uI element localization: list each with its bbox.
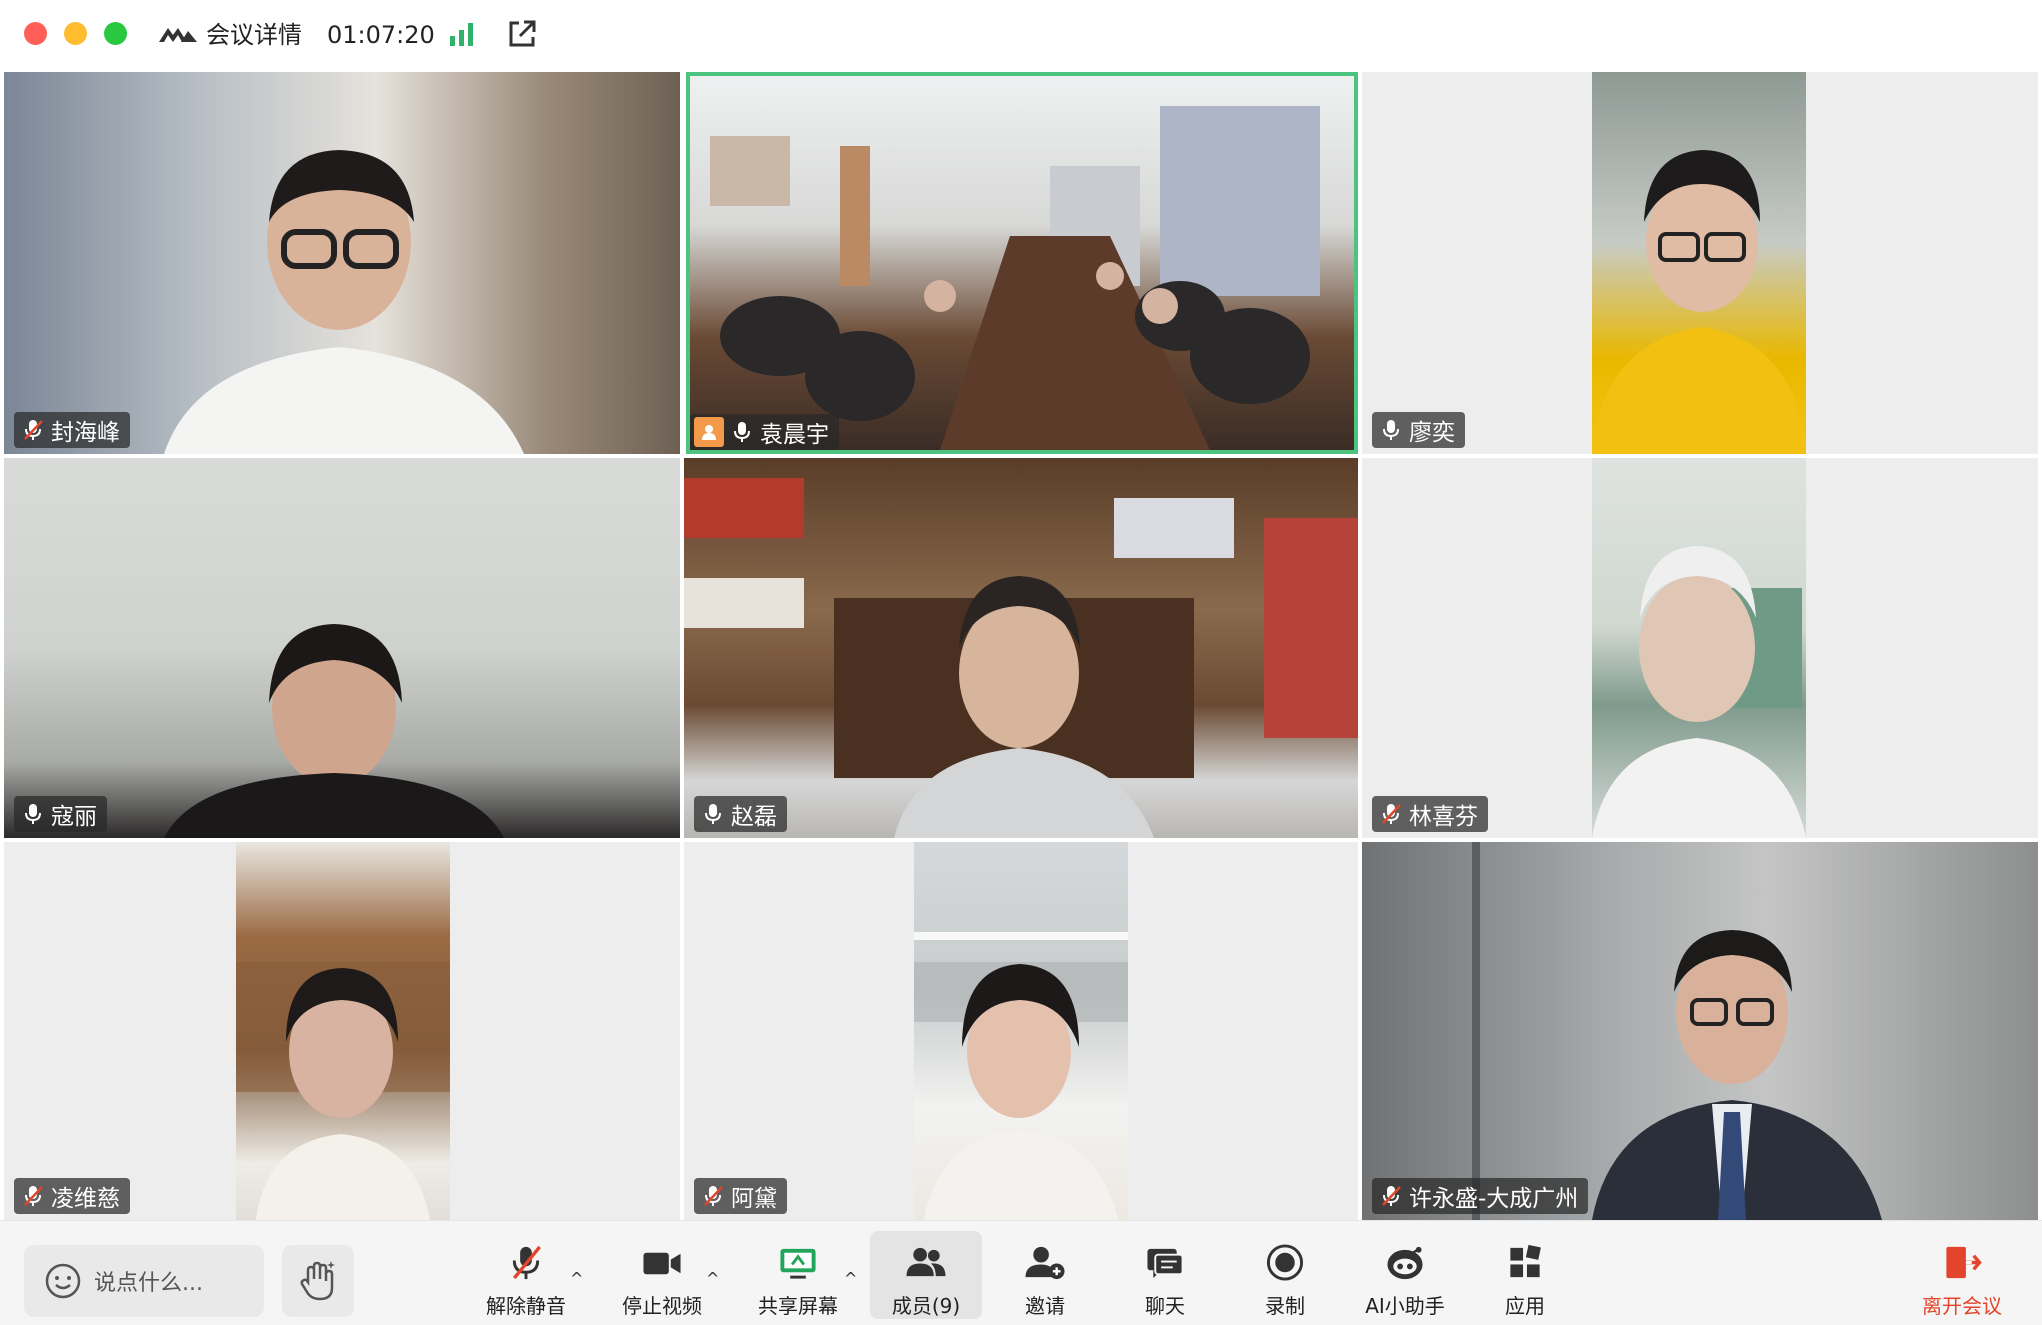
chat-placeholder: 说点什么... (94, 1271, 203, 1296)
minimize-window-button[interactable] (64, 22, 87, 45)
record-icon (1266, 1244, 1304, 1281)
mic-muted-icon (512, 1245, 541, 1280)
video-tile[interactable]: 林喜芬 (1362, 458, 2038, 838)
participant-name: 许永盛-大成广州 (1409, 1186, 1579, 1212)
participant-video (684, 478, 1358, 838)
participant-name-tag: 凌维慈 (14, 1178, 130, 1214)
ai-robot-icon (1387, 1246, 1423, 1280)
participant-video (914, 932, 1128, 1220)
members-button[interactable]: 成员(9) (870, 1231, 982, 1319)
popout-icon[interactable] (505, 17, 539, 51)
leave-meeting-label: 离开会议 (1922, 1294, 2002, 1318)
apps-button[interactable]: 应用 (1480, 1231, 1570, 1319)
maximize-window-button[interactable] (104, 22, 127, 45)
participant-name-tag: 寇丽 (14, 796, 107, 832)
audio-options-chevron-icon[interactable]: ^ (570, 1269, 583, 1288)
members-label: 成员(9) (891, 1294, 961, 1318)
emoji-icon[interactable] (44, 1262, 82, 1300)
participant-video (710, 106, 1320, 450)
participant-name-tag: 袁晨宇 (690, 414, 839, 450)
participant-name-tag: 廖奕 (1372, 412, 1465, 448)
meeting-toolbar: 说点什么... 解除静音 ^ 停止视频 ^ 共享屏幕 ^ 成员(9) 邀请 聊天… (0, 1220, 2042, 1325)
host-icon (694, 417, 724, 447)
stop-video-button[interactable]: 停止视频 (614, 1231, 710, 1319)
unmute-button[interactable]: 解除静音 (478, 1231, 574, 1319)
participant-video (1592, 150, 1806, 454)
raise-hand-button[interactable] (282, 1245, 354, 1317)
participant-video (1592, 546, 1806, 838)
mic-icon (705, 804, 721, 824)
mic-muted-icon (24, 420, 43, 440)
participant-name: 廖奕 (1409, 420, 1455, 446)
members-icon (906, 1247, 946, 1277)
chat-label: 聊天 (1145, 1294, 1185, 1318)
video-tile[interactable]: 阿黛 (684, 842, 1358, 1220)
raise-hand-icon (300, 1261, 335, 1301)
participant-name: 凌维慈 (51, 1186, 120, 1212)
mic-muted-icon (24, 1186, 43, 1206)
video-tile[interactable]: 许永盛-大成广州 (1362, 842, 2038, 1220)
video-tile[interactable]: 赵磊 (684, 458, 1358, 838)
mic-icon (734, 422, 750, 442)
video-tile-active-speaker[interactable]: 袁晨宇 (686, 72, 1358, 454)
network-signal-icon[interactable] (448, 20, 476, 48)
share-options-chevron-icon[interactable]: ^ (844, 1269, 857, 1288)
participant-name: 林喜芬 (1409, 804, 1478, 830)
video-camera-icon (643, 1252, 681, 1275)
participant-name: 寇丽 (51, 804, 97, 830)
video-tile[interactable]: 凌维慈 (4, 842, 680, 1220)
apps-grid-icon (1510, 1244, 1541, 1278)
share-screen-button[interactable]: 共享屏幕 (748, 1231, 848, 1319)
participant-name-tag: 封海峰 (14, 412, 130, 448)
record-button[interactable]: 录制 (1240, 1231, 1330, 1319)
unmute-label: 解除静音 (486, 1294, 566, 1318)
chat-icon (1147, 1248, 1184, 1279)
participant-name-tag: 赵磊 (694, 796, 787, 832)
mic-muted-icon (1382, 1186, 1401, 1206)
participant-video (1472, 842, 1882, 1220)
video-tile[interactable]: 寇丽 (4, 458, 680, 838)
participant-name-tag: 林喜芬 (1372, 796, 1488, 832)
app-logo-icon (159, 28, 197, 42)
window-title[interactable]: 会议详情 (206, 18, 302, 52)
share-screen-icon (780, 1248, 816, 1279)
mic-muted-icon (1382, 804, 1401, 824)
participant-name: 封海峰 (51, 420, 120, 446)
participant-name-tag: 阿黛 (694, 1178, 787, 1214)
participant-name: 阿黛 (731, 1186, 777, 1212)
leave-icon (1946, 1246, 1982, 1279)
mic-muted-icon (704, 1186, 723, 1206)
record-label: 录制 (1265, 1294, 1305, 1318)
participant-name: 赵磊 (731, 804, 777, 830)
mic-icon (25, 804, 41, 824)
participant-name: 袁晨宇 (760, 422, 829, 448)
quick-chat-input[interactable]: 说点什么... (24, 1245, 264, 1317)
ai-assistant-label: AI小助手 (1365, 1294, 1445, 1318)
chat-button[interactable]: 聊天 (1120, 1231, 1210, 1319)
close-window-button[interactable] (24, 22, 47, 45)
participant-name-tag: 许永盛-大成广州 (1372, 1178, 1589, 1214)
invite-label: 邀请 (1025, 1294, 1065, 1318)
add-user-icon (1025, 1246, 1065, 1280)
video-grid: 封海峰 袁晨宇 廖奕 寇丽 赵磊 林喜芬 凌维慈 阿黛 许永盛-大成广州 (0, 70, 2042, 1220)
mic-icon (1383, 420, 1399, 440)
video-options-chevron-icon[interactable]: ^ (706, 1269, 719, 1288)
title-bar: 会议详情 01:07:20 (0, 0, 2042, 70)
invite-button[interactable]: 邀请 (1000, 1231, 1090, 1319)
participant-video (164, 150, 524, 454)
participant-video (164, 624, 504, 838)
participant-video (236, 962, 450, 1220)
meeting-timer: 01:07:20 (327, 21, 435, 49)
video-tile[interactable]: 廖奕 (1362, 72, 2038, 454)
ai-assistant-button[interactable]: AI小助手 (1355, 1231, 1455, 1319)
share-screen-label: 共享屏幕 (758, 1294, 838, 1318)
video-tile[interactable]: 封海峰 (4, 72, 680, 454)
leave-meeting-button[interactable]: 离开会议 (1912, 1231, 2012, 1319)
stop-video-label: 停止视频 (622, 1294, 702, 1318)
apps-label: 应用 (1505, 1294, 1545, 1318)
